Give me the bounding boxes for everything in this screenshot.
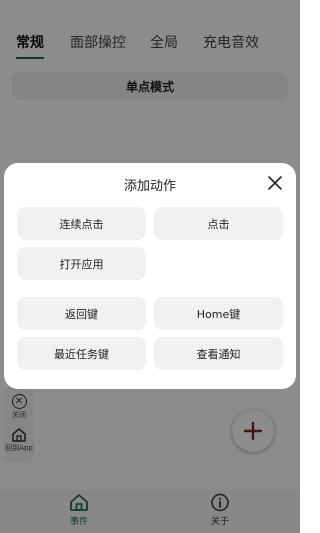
action-home-key[interactable]: Home键 bbox=[154, 297, 283, 330]
action-back-key[interactable]: 返回键 bbox=[17, 297, 146, 330]
action-continuous-click[interactable]: 连续点击 bbox=[17, 207, 146, 240]
add-action-dialog: 添加动作 连续点击 点击 打开应用 返回键 Home键 最近任务键 查看通知 bbox=[4, 163, 296, 389]
action-open-app[interactable]: 打开应用 bbox=[17, 247, 146, 280]
action-view-notifications[interactable]: 查看通知 bbox=[154, 337, 283, 370]
action-click[interactable]: 点击 bbox=[154, 207, 283, 240]
action-recent-tasks-key[interactable]: 最近任务键 bbox=[17, 337, 146, 370]
dialog-title: 添加动作 bbox=[123, 179, 176, 194]
close-icon[interactable] bbox=[266, 174, 284, 192]
